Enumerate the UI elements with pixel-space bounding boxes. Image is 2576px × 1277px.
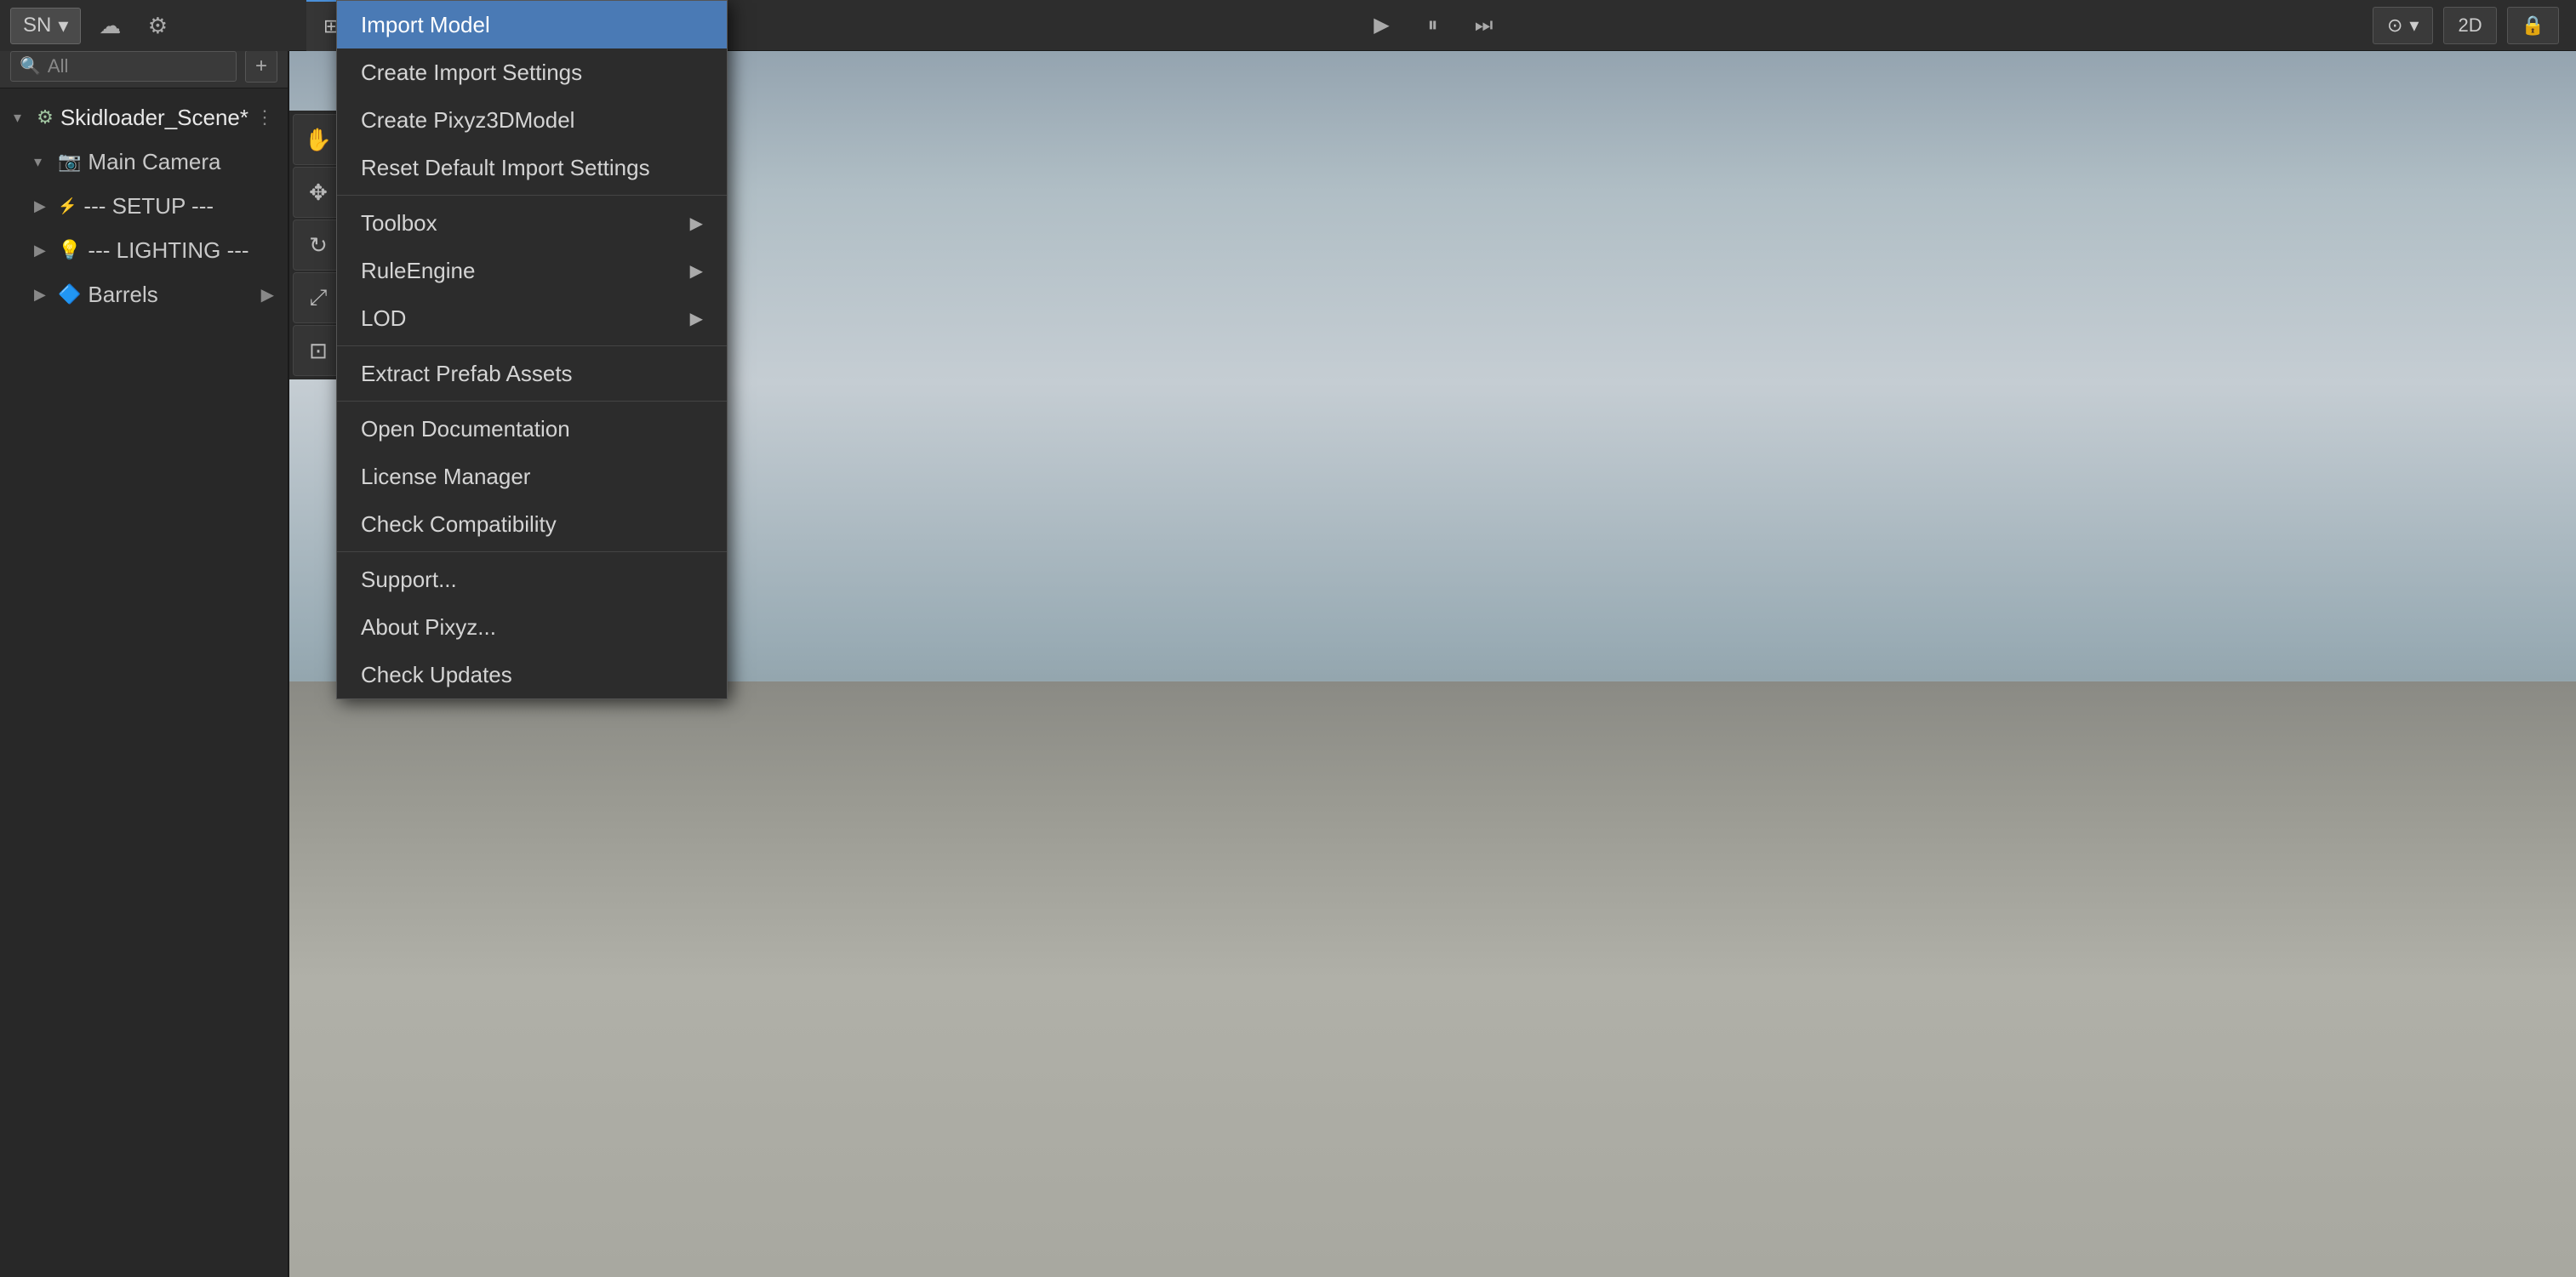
sn-dropdown-arrow: ▾ bbox=[58, 14, 68, 38]
scene-expand-arrow: ▾ bbox=[14, 109, 30, 127]
menu-item-about-pixyz[interactable]: About Pixyz... bbox=[337, 603, 727, 651]
add-hierarchy-button[interactable]: + bbox=[245, 50, 277, 83]
separator-1 bbox=[337, 195, 727, 196]
next-button[interactable]: ⏭ bbox=[1465, 7, 1503, 44]
menu-item-create-pixyz3dmodel[interactable]: Create Pixyz3DModel bbox=[337, 96, 727, 144]
hierarchy-item-scene[interactable]: ▾ ⚙ Skidloader_Scene* ⋮ bbox=[0, 95, 288, 140]
scene-name: Skidloader_Scene* bbox=[60, 105, 248, 131]
unity-toolbar: SN ▾ ☁ ⚙ bbox=[0, 0, 289, 51]
search-icon: 🔍 bbox=[20, 55, 41, 77]
menu-item-reset-default-import-settings-label: Reset Default Import Settings bbox=[361, 155, 650, 181]
scene-more-icon[interactable]: ⋮ bbox=[255, 106, 274, 128]
hierarchy-item-main-camera[interactable]: ▾ 📷 Main Camera bbox=[0, 140, 288, 184]
search-input[interactable]: All bbox=[48, 55, 68, 77]
hierarchy-item-barrels[interactable]: ▶ 🔷 Barrels ▶ bbox=[0, 272, 288, 316]
hierarchy-panel: SN ▾ ☁ ⚙ Hierarchy 🔒 ⋮ 🔍 All + ▾ ⚙ Skidl… bbox=[0, 0, 289, 1277]
gizmo-icon: ⊙ bbox=[2387, 14, 2402, 37]
barrels-arrow: ▶ bbox=[261, 284, 274, 305]
menu-item-license-manager[interactable]: License Manager bbox=[337, 453, 727, 500]
menu-item-ruleengine-label: RuleEngine bbox=[361, 258, 475, 284]
barrels-icon: 🔷 bbox=[58, 283, 81, 305]
menu-item-extract-prefab-assets-label: Extract Prefab Assets bbox=[361, 361, 573, 387]
menu-item-open-documentation-label: Open Documentation bbox=[361, 416, 570, 442]
sn-label: SN bbox=[23, 14, 51, 37]
view-2d-button[interactable]: 2D bbox=[2443, 7, 2496, 44]
pause-button[interactable]: ⏸ bbox=[1414, 7, 1452, 44]
menu-item-create-import-settings-label: Create Import Settings bbox=[361, 60, 582, 86]
setup-icon: ⚡ bbox=[58, 197, 77, 215]
menu-item-extract-prefab-assets[interactable]: Extract Prefab Assets bbox=[337, 350, 727, 397]
cloud-button[interactable]: ☁ bbox=[91, 7, 129, 44]
separator-2 bbox=[337, 345, 727, 346]
sn-badge[interactable]: SN ▾ bbox=[10, 8, 81, 44]
menu-item-import-model-label: Import Model bbox=[361, 12, 490, 38]
lighting-label: --- LIGHTING --- bbox=[88, 237, 248, 264]
menu-item-check-updates[interactable]: Check Updates bbox=[337, 651, 727, 698]
menu-item-check-compatibility-label: Check Compatibility bbox=[361, 511, 557, 538]
hierarchy-item-setup[interactable]: ▶ ⚡ --- SETUP --- bbox=[0, 184, 288, 228]
context-menu: Import Model Create Import Settings Crea… bbox=[336, 0, 728, 699]
play-icon: ▶ bbox=[1374, 13, 1389, 37]
hierarchy-item-lighting[interactable]: ▶ 💡 --- LIGHTING --- bbox=[0, 228, 288, 272]
menu-item-create-pixyz3dmodel-label: Create Pixyz3DModel bbox=[361, 107, 574, 134]
gizmo-mode-button[interactable]: ⊙ ▾ bbox=[2373, 7, 2433, 44]
setup-expand-arrow: ▶ bbox=[34, 197, 51, 215]
menu-item-license-manager-label: License Manager bbox=[361, 464, 530, 490]
play-button[interactable]: ▶ bbox=[1363, 7, 1401, 44]
barrels-expand-arrow: ▶ bbox=[34, 286, 51, 304]
gizmo-dropdown: ▾ bbox=[2409, 14, 2419, 37]
pause-icon: ⏸ bbox=[1428, 14, 1438, 37]
menu-item-about-pixyz-label: About Pixyz... bbox=[361, 614, 496, 641]
menu-item-create-import-settings[interactable]: Create Import Settings bbox=[337, 48, 727, 96]
lighting-expand-arrow: ▶ bbox=[34, 242, 51, 259]
menu-item-ruleengine[interactable]: RuleEngine ▶ bbox=[337, 247, 727, 294]
separator-4 bbox=[337, 551, 727, 552]
menu-item-import-model[interactable]: Import Model bbox=[337, 1, 727, 48]
menu-item-lod-label: LOD bbox=[361, 305, 406, 332]
scene-icon: ⚙ bbox=[37, 106, 54, 128]
view-2d-label: 2D bbox=[2458, 14, 2482, 37]
lighting-icon: 💡 bbox=[58, 239, 81, 261]
barrels-label: Barrels bbox=[88, 282, 157, 308]
next-icon: ⏭ bbox=[1475, 14, 1494, 37]
camera-expand-arrow: ▾ bbox=[34, 153, 51, 171]
hierarchy-items: ▾ ⚙ Skidloader_Scene* ⋮ ▾ 📷 Main Camera … bbox=[0, 88, 288, 1277]
lod-submenu-arrow: ▶ bbox=[690, 308, 703, 329]
camera-icon: 📷 bbox=[58, 151, 81, 173]
camera-label: Main Camera bbox=[88, 149, 220, 175]
menu-item-open-documentation[interactable]: Open Documentation bbox=[337, 405, 727, 453]
lock-view-button[interactable]: 🔒 bbox=[2507, 7, 2559, 44]
menu-item-toolbox[interactable]: Toolbox ▶ bbox=[337, 199, 727, 247]
menu-item-support-label: Support... bbox=[361, 567, 457, 593]
menu-item-reset-default-import-settings[interactable]: Reset Default Import Settings bbox=[337, 144, 727, 191]
lock-icon: 🔒 bbox=[2522, 14, 2545, 37]
menu-item-check-updates-label: Check Updates bbox=[361, 662, 512, 688]
menu-item-lod[interactable]: LOD ▶ bbox=[337, 294, 727, 342]
settings-button[interactable]: ⚙ bbox=[139, 7, 176, 44]
setup-label: --- SETUP --- bbox=[83, 193, 214, 219]
menu-item-toolbox-label: Toolbox bbox=[361, 210, 437, 237]
menu-item-check-compatibility[interactable]: Check Compatibility bbox=[337, 500, 727, 548]
ground-plane bbox=[289, 681, 2576, 1277]
toolbox-submenu-arrow: ▶ bbox=[690, 213, 703, 234]
separator-3 bbox=[337, 401, 727, 402]
menu-item-support[interactable]: Support... bbox=[337, 556, 727, 603]
ruleengine-submenu-arrow: ▶ bbox=[690, 260, 703, 282]
